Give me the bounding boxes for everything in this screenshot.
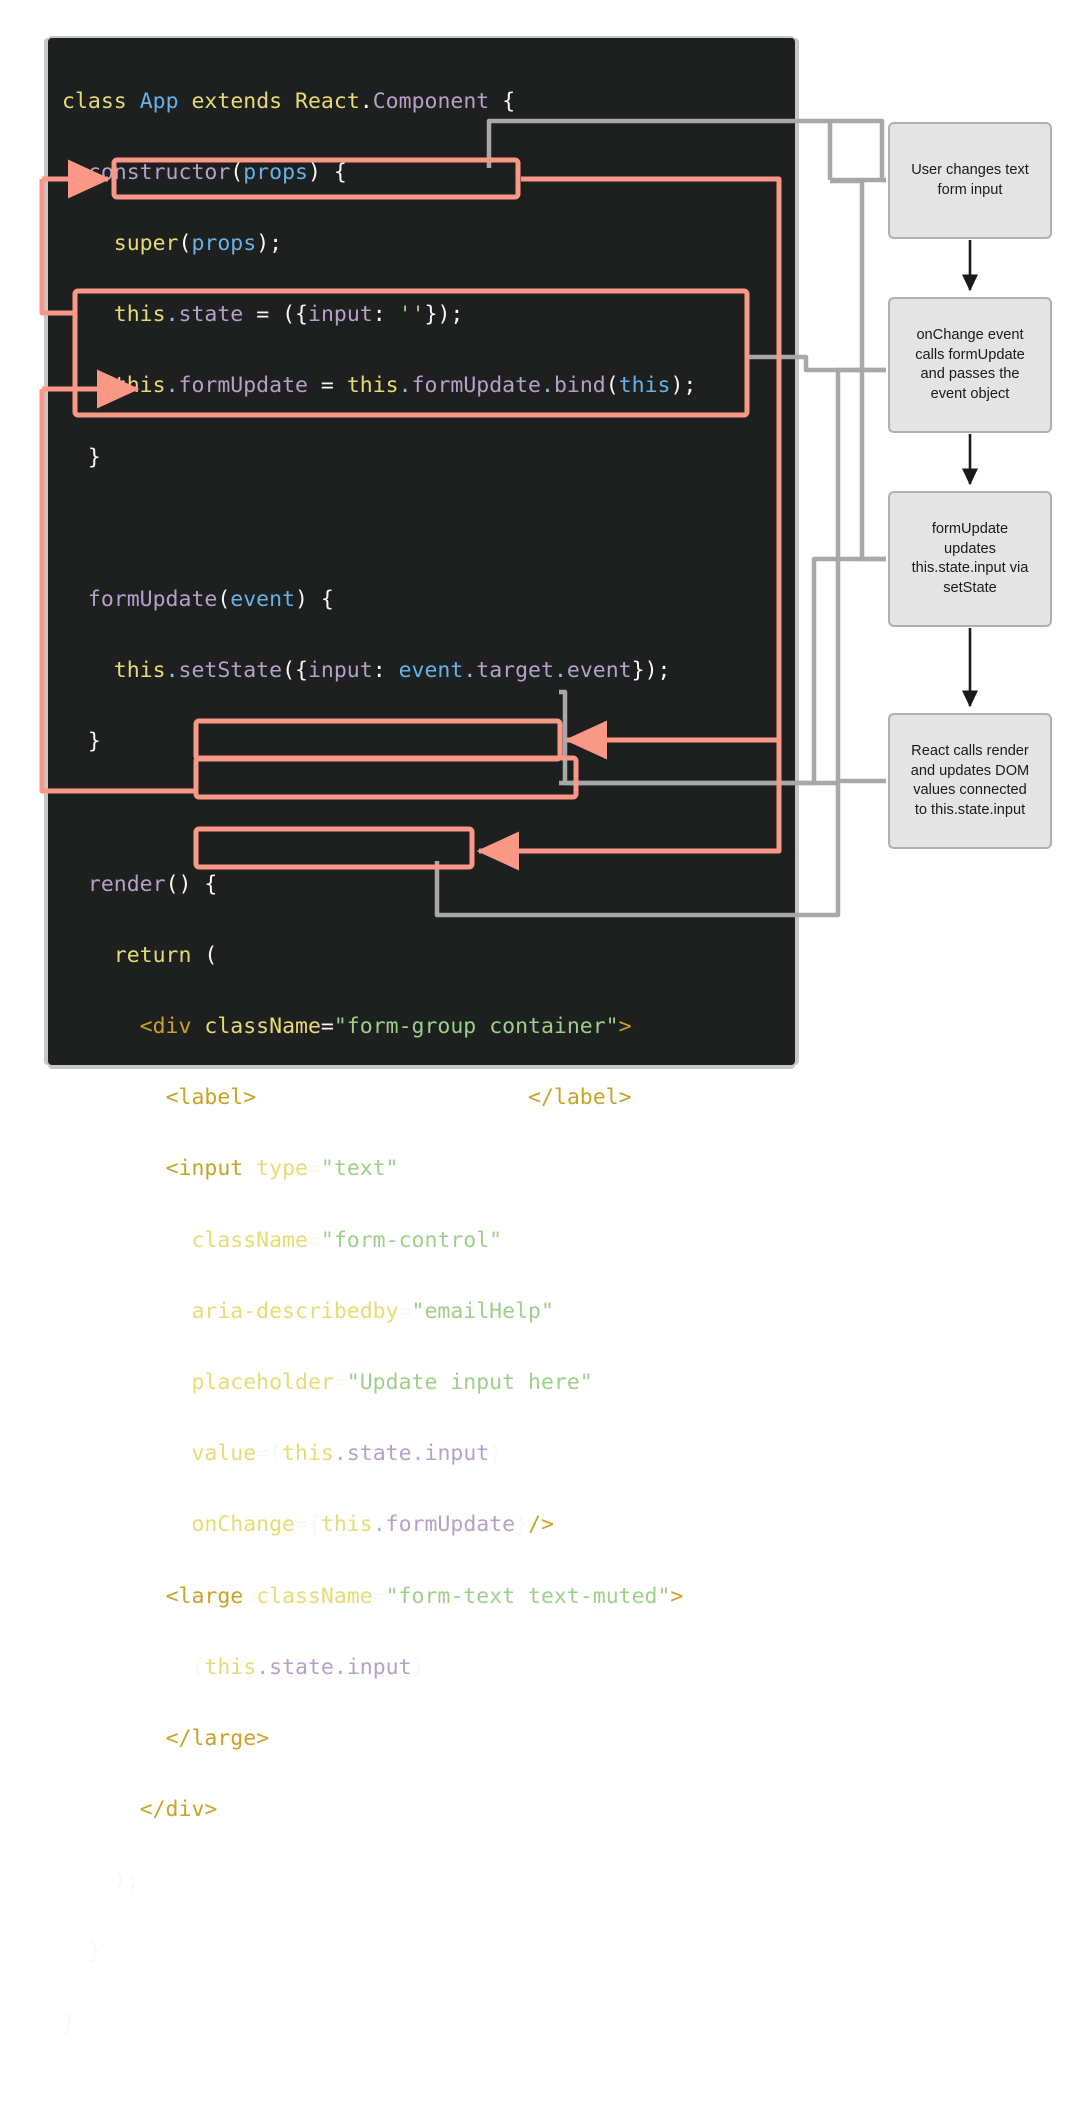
connector-box2-up <box>859 181 886 562</box>
code-line: </large> <box>165 1725 270 1751</box>
code-panel: class App extends React.Component { cons… <box>48 38 795 2036</box>
code-line: <div className="form-group container"> <box>139 1014 632 1040</box>
code-line: ); <box>113 1868 140 1894</box>
code-line: class App extends React.Component { <box>62 88 516 114</box>
code-line: value={this.state.input} <box>191 1441 503 1467</box>
code-line: constructor(props) { <box>87 159 347 185</box>
code-line: this.state = ({input: ''}); <box>113 302 464 328</box>
diagram-canvas: class App extends React.Component { cons… <box>0 0 1089 2036</box>
code-line: <large className="form-text text-muted"> <box>165 1583 684 1609</box>
code-line: } <box>87 444 101 470</box>
code-line: } <box>62 2010 75 2036</box>
code-line: onChange={this.formUpdate}/> <box>191 1512 554 1538</box>
code-line: className="form-control" <box>191 1227 503 1253</box>
code-line: <input type="text" <box>165 1156 399 1182</box>
code-line: super(props); <box>113 230 283 256</box>
flow-box-react-calls-render[interactable]: React calls render and updates DOM value… <box>888 713 1052 849</box>
code-listing: class App extends React.Component { cons… <box>62 48 696 2112</box>
code-line: </div> <box>139 1797 218 1823</box>
code-line: render() { <box>87 871 218 897</box>
code-line: return ( <box>113 942 218 968</box>
flow-box-formupdate-updates[interactable]: formUpdate updates this.state.input via … <box>888 491 1052 627</box>
code-line: aria-describedby="emailHelp" <box>191 1298 554 1324</box>
code-line: <label>Controlled Form Input</label> <box>165 1085 632 1111</box>
code-line: } <box>87 729 101 755</box>
code-line: placeholder="Update input here" <box>191 1369 593 1395</box>
code-line: formUpdate(event) { <box>87 586 334 612</box>
code-line: } <box>87 1939 101 1965</box>
code-line: this.formUpdate = this.formUpdate.bind(t… <box>113 373 697 399</box>
code-line: {this.state.input} <box>191 1654 425 1680</box>
flow-box-user-changes-text[interactable]: User changes text form input <box>888 122 1052 239</box>
code-line: this.setState({input: event.target.event… <box>113 658 671 684</box>
flow-box-onchange-event[interactable]: onChange event calls formUpdate and pass… <box>888 297 1052 433</box>
